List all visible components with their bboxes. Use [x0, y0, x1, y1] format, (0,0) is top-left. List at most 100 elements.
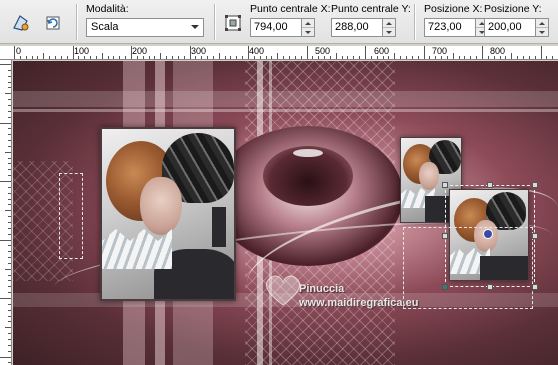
ruler-tick	[417, 56, 419, 59]
spin-down-icon[interactable]	[383, 28, 395, 36]
resize-handle[interactable]	[442, 182, 448, 188]
ruler-tick	[8, 169, 11, 171]
resize-handle[interactable]	[532, 233, 538, 239]
ruler-tick	[411, 56, 413, 59]
sphere-highlight	[293, 149, 323, 157]
center-x-spinner[interactable]: 794,00	[250, 18, 315, 37]
ruler-tick	[0, 239, 11, 241]
toolbar-separator	[214, 4, 215, 40]
ruler-tick	[37, 56, 39, 59]
ruler-tick	[5, 93, 11, 95]
ruler-tick	[212, 56, 214, 59]
dashed-guide	[59, 173, 83, 259]
ruler-tick	[365, 46, 366, 59]
position-x-value[interactable]: 723,00	[424, 18, 476, 37]
ruler-tick	[376, 56, 378, 59]
ruler-tick	[429, 56, 431, 59]
ruler-tick	[5, 268, 11, 270]
ruler-tick	[0, 356, 11, 358]
reset-icon[interactable]	[40, 10, 66, 36]
resize-handle[interactable]	[487, 284, 493, 290]
ruler-tick	[242, 56, 244, 59]
watermark-name: Pinuccia	[299, 283, 345, 295]
resize-handle[interactable]	[442, 284, 448, 290]
ruler-tick	[78, 56, 80, 59]
ruler-tick	[49, 56, 51, 59]
ruler-tick	[318, 56, 320, 59]
image-canvas[interactable]: Pinuccia www.maidiregrafica.eu	[13, 61, 558, 365]
ruler-tick	[8, 309, 11, 311]
main-portrait-image[interactable]	[100, 127, 236, 301]
ruler-tick	[476, 56, 478, 59]
position-y-spinner[interactable]: 200,00	[484, 18, 549, 37]
ruler-tick	[300, 56, 302, 59]
spin-up-icon[interactable]	[302, 19, 314, 28]
ruler-tick	[487, 56, 489, 59]
center-y-spinner[interactable]: 288,00	[331, 18, 396, 37]
spin-down-icon[interactable]	[536, 28, 548, 36]
ruler-tick	[195, 56, 197, 59]
ruler-tick	[136, 56, 138, 59]
ruler-tick	[329, 56, 331, 59]
ruler-tick	[388, 56, 390, 59]
center-point-marker[interactable]	[483, 229, 493, 239]
position-x-spinner[interactable]: 723,00	[424, 18, 489, 37]
deform-tool-icon[interactable]	[8, 10, 34, 36]
face-shape	[140, 177, 182, 235]
ruler-tick	[113, 56, 115, 59]
ruler-label: 800	[490, 46, 506, 56]
ruler-tick	[8, 145, 11, 147]
horizontal-ruler[interactable]: 0 100 200 300 400 500 600 700 800	[0, 46, 558, 60]
toolbar-separator	[414, 4, 415, 40]
ruler-tick	[446, 56, 448, 59]
chevron-down-icon	[191, 25, 199, 29]
ruler-tick	[505, 56, 507, 59]
ruler-tick	[8, 128, 11, 130]
watermark-url: www.maidiregrafica.eu	[299, 297, 419, 309]
resize-handle[interactable]	[487, 182, 493, 188]
position-y-value[interactable]: 200,00	[484, 18, 536, 37]
ruler-tick	[0, 181, 11, 182]
center-y-value[interactable]: 288,00	[331, 18, 383, 37]
position-y-label: Posizione Y:	[484, 3, 542, 15]
resize-handle[interactable]	[532, 284, 538, 290]
center-x-value[interactable]: 794,00	[250, 18, 302, 37]
ruler-tick	[8, 221, 11, 223]
resize-handle[interactable]	[442, 233, 448, 239]
ruler-tick	[8, 315, 11, 317]
ruler-label: 600	[374, 46, 390, 56]
ruler-tick	[8, 140, 11, 142]
ruler-tick	[8, 286, 11, 288]
ruler-tick	[107, 56, 109, 59]
ruler-label: 700	[432, 46, 448, 56]
ruler-tick	[54, 56, 56, 59]
ruler-label: 100	[74, 46, 90, 56]
ruler-tick	[394, 53, 396, 59]
ruler-tick	[148, 56, 150, 59]
collar-shape	[102, 229, 172, 269]
center-point-icon[interactable]	[220, 10, 246, 36]
ruler-tick	[72, 46, 74, 59]
ruler-tick	[0, 298, 11, 299]
ruler-tick	[8, 99, 11, 101]
ruler-tick	[8, 75, 11, 77]
ruler-tick	[43, 53, 45, 59]
resize-handle[interactable]	[532, 182, 538, 188]
mode-select[interactable]: Scala	[86, 18, 204, 37]
ruler-tick	[552, 56, 554, 59]
vertical-ruler[interactable]	[0, 60, 12, 365]
ruler-tick	[400, 56, 402, 59]
ruler-tick	[511, 53, 513, 59]
ruler-tick	[66, 56, 68, 59]
ruler-tick	[324, 56, 326, 59]
ruler-tick	[458, 56, 460, 59]
ruler-tick	[283, 56, 285, 59]
spin-up-icon[interactable]	[383, 19, 395, 28]
spin-up-icon[interactable]	[536, 19, 548, 28]
ruler-tick	[218, 53, 220, 59]
ruler-tick	[8, 186, 11, 188]
ruler-tick	[171, 56, 173, 59]
ruler-tick	[306, 46, 308, 59]
spin-down-icon[interactable]	[302, 28, 314, 36]
ruler-tick	[341, 56, 343, 59]
